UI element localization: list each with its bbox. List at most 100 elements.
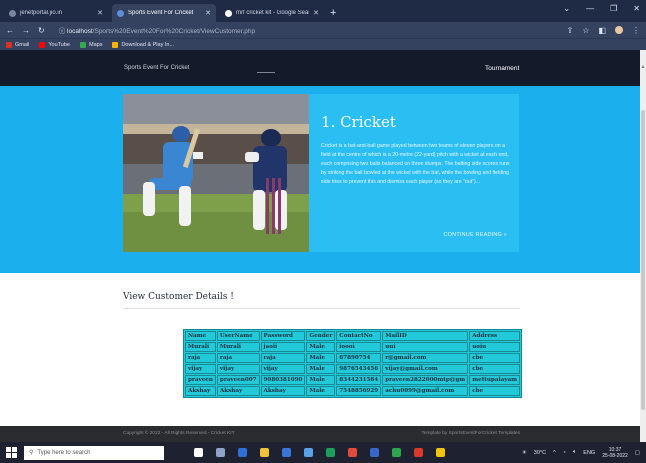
bookmark-star-icon[interactable]: ☆: [582, 26, 589, 35]
table-cell: 67890754: [336, 353, 382, 363]
close-window-icon[interactable]: ✕: [633, 4, 640, 13]
close-tab-icon[interactable]: ✕: [313, 9, 319, 17]
site-navbar: Sports Event For Cricket Tournament: [0, 50, 640, 86]
taskbar-search-input[interactable]: ⚲ Type here to search: [24, 445, 164, 460]
table-cell: vijay: [260, 364, 306, 374]
gmail-icon: [6, 41, 12, 48]
continue-reading-link[interactable]: CONTINUE READING »: [444, 232, 508, 238]
browser-tab[interactable]: mrf cricket kit - Google Search ✕: [220, 4, 324, 22]
hero-title: 1. Cricket: [321, 113, 396, 131]
table-cell: achu0099@gmail.com: [382, 386, 469, 396]
tab-search-chevron-icon[interactable]: ⌄: [563, 4, 570, 13]
volume-icon[interactable]: 🔈︎: [573, 449, 576, 456]
maximize-icon[interactable]: ❐: [610, 4, 617, 13]
nav-underline: [257, 72, 275, 73]
bookmark-label: Maps: [89, 41, 103, 48]
hero-body: Cricket is a bat-and-ball game played be…: [321, 143, 510, 185]
footer-copyright: Copyright © 2022 - All Rights Reserved -…: [123, 431, 235, 436]
weather-icon[interactable]: ☀: [522, 450, 527, 456]
taskbar-search-placeholder: Type here to search: [37, 449, 91, 456]
search-icon: ⚲: [29, 450, 34, 456]
profile-avatar[interactable]: [615, 26, 623, 34]
taskbar-app-icon[interactable]: [392, 448, 401, 457]
table-cell: Akshay: [185, 386, 216, 396]
google-favicon-icon: [225, 9, 232, 17]
divider: [123, 308, 520, 309]
task-view-icon[interactable]: [194, 448, 203, 457]
forward-icon[interactable]: →: [22, 26, 30, 35]
taskbar-app-icon[interactable]: [326, 448, 335, 457]
window-controls: ⌄ — ❐ ✕: [563, 4, 640, 13]
page-scrollbar[interactable]: ▲: [640, 50, 646, 442]
notifications-icon[interactable]: ▢: [635, 450, 640, 456]
column-header: Name: [185, 331, 216, 341]
network-icon[interactable]: ◔: [563, 450, 566, 456]
language-indicator[interactable]: ENG: [583, 450, 595, 456]
file-explorer-icon[interactable]: [260, 448, 269, 457]
taskbar-app-icon[interactable]: [436, 448, 445, 457]
extensions-icon[interactable]: ◧: [598, 26, 606, 35]
taskbar-app-icon[interactable]: [216, 448, 225, 457]
tab-favicon-icon: [117, 9, 124, 17]
bookmark-label: Gmail: [15, 41, 30, 48]
clock[interactable]: 10:37 25-08-2022: [602, 447, 628, 459]
mail-icon[interactable]: [304, 448, 313, 457]
tray-chevron-icon[interactable]: ^: [553, 450, 556, 456]
close-tab-icon[interactable]: ✕: [97, 9, 103, 17]
table-cell: vijay@gmail.com: [382, 364, 469, 374]
url-field[interactable]: ⓘ localhost/Sports%20Event%20For%20Crick…: [59, 25, 255, 35]
table-cell: Akshay: [260, 386, 306, 396]
bookmark-maps[interactable]: Maps: [80, 41, 103, 48]
table-cell: 9080381090: [260, 375, 306, 385]
windows-taskbar: ⚲ Type here to search ☀ 30°C ^ ◔ 🔈︎ ENG: [0, 442, 646, 463]
scroll-up-icon[interactable]: ▲: [640, 64, 646, 70]
table-header-row: Name UserName Password Gender ContactNo …: [185, 331, 521, 341]
table-row: Murali Murali jaoii Male ioooi uui uoiu: [185, 342, 521, 352]
share-icon[interactable]: ⇪: [567, 26, 574, 35]
windows-start-icon[interactable]: [4, 446, 18, 460]
footer-credit[interactable]: Template by SportsEventForCricket Templa…: [421, 431, 520, 436]
menu-dots-icon[interactable]: ⋮: [632, 26, 640, 35]
table-cell: uui: [382, 342, 469, 352]
youtube-icon: [39, 41, 46, 48]
table-cell: cbe: [469, 364, 521, 374]
address-bar: ← → ↻ ⓘ localhost/Sports%20Event%20For%2…: [0, 22, 646, 38]
taskbar-app-icon[interactable]: [414, 448, 423, 457]
store-icon[interactable]: [282, 448, 291, 457]
scrollbar-thumb[interactable]: [641, 110, 645, 410]
bookmark-download[interactable]: Download & Play In...: [112, 41, 174, 48]
edge-icon[interactable]: [238, 448, 247, 457]
table-cell: 9876543456: [336, 364, 382, 374]
browser-tab-active[interactable]: Sports Event For Cricket ✕: [112, 4, 216, 22]
site-brand[interactable]: Sports Event For Cricket: [124, 65, 189, 71]
bookmark-youtube[interactable]: YouTube: [39, 41, 70, 48]
table-cell: cbe: [469, 353, 521, 363]
weather-temp: 30°C: [533, 449, 547, 456]
table-row: Akshay Akshay Akshay Male 7548856929 ach…: [185, 386, 521, 396]
table-row: praveen praveen007 9080381090 Male 83442…: [185, 375, 521, 385]
back-icon[interactable]: ←: [6, 26, 14, 35]
table-cell: uoiu: [469, 342, 521, 352]
table-cell: raja: [185, 353, 216, 363]
chrome-icon[interactable]: [348, 448, 357, 457]
word-icon[interactable]: [370, 448, 379, 457]
minimize-icon[interactable]: —: [586, 4, 594, 13]
info-icon: ⓘ: [58, 28, 68, 35]
column-header: Gender: [306, 331, 336, 341]
table-cell: Murali: [185, 342, 216, 352]
nav-tournament-link[interactable]: Tournament: [485, 65, 519, 72]
url-host: localhost: [67, 28, 93, 35]
column-header: MailID: [382, 331, 469, 341]
table-cell: Male: [306, 364, 336, 374]
reload-icon[interactable]: ↻: [38, 26, 45, 35]
table-cell: Akshay: [216, 386, 260, 396]
column-header: Address: [469, 331, 521, 341]
close-tab-icon[interactable]: ✕: [205, 9, 211, 17]
tab-title: mrf cricket kit - Google Search: [236, 10, 310, 16]
table-cell: raja: [216, 353, 260, 363]
new-tab-icon[interactable]: +: [330, 7, 336, 19]
browser-tab[interactable]: jenetportal.jio.in ✕: [4, 4, 108, 22]
bookmark-gmail[interactable]: Gmail: [6, 41, 30, 48]
column-header: UserName: [216, 331, 260, 341]
url-path: /Sports%20Event%20For%20Cricket/ViewCust…: [92, 28, 256, 35]
